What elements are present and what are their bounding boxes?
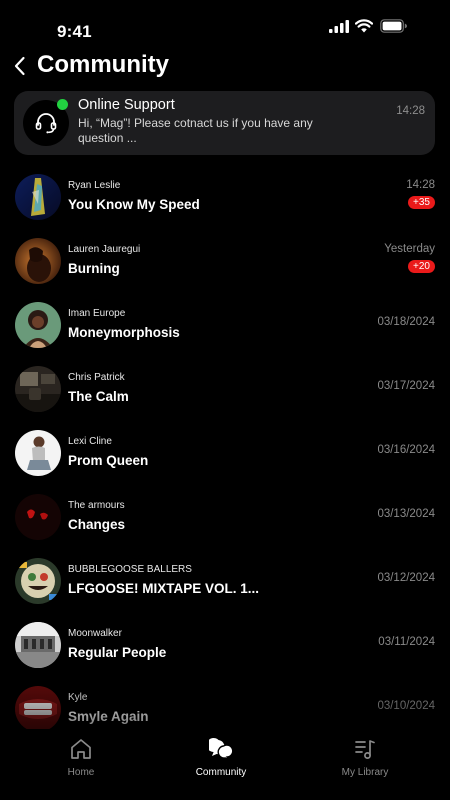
chat-item[interactable]: Lexi Cline Prom Queen 03/16/2024 bbox=[0, 425, 450, 485]
chat-artist: BUBBLEGOOSE BALLERS bbox=[68, 564, 192, 575]
tab-bar: Home Community My Library bbox=[0, 730, 450, 800]
support-time: 14:28 bbox=[396, 105, 425, 117]
chat-date: 03/10/2024 bbox=[377, 700, 435, 712]
album-cover-avatar bbox=[15, 174, 61, 220]
chat-title: Smyle Again bbox=[68, 709, 149, 724]
chat-title: Changes bbox=[68, 517, 126, 532]
chat-bubbles-icon bbox=[209, 738, 233, 760]
chat-item[interactable]: Moonwalker Regular People 03/11/2024 bbox=[0, 617, 450, 677]
status-time: 9:41 bbox=[57, 22, 92, 41]
online-support-card[interactable]: Online Support Hi, “Mag”! Please cotnact… bbox=[14, 91, 435, 155]
chat-date: 03/18/2024 bbox=[377, 316, 435, 328]
battery-icon bbox=[380, 19, 407, 33]
chat-list: Ryan Leslie You Know My Speed 14:28 +35 … bbox=[0, 169, 450, 729]
tab-community[interactable]: Community bbox=[166, 736, 276, 786]
album-cover-avatar bbox=[15, 302, 61, 348]
unread-badge: +35 bbox=[408, 196, 435, 209]
chat-artist: Moonwalker bbox=[68, 628, 122, 639]
chat-date: Yesterday bbox=[384, 243, 435, 255]
chat-date: 14:28 bbox=[406, 179, 435, 191]
chat-item[interactable]: Ryan Leslie You Know My Speed 14:28 +35 bbox=[0, 169, 450, 229]
chat-title: Regular People bbox=[68, 645, 167, 660]
album-cover-avatar bbox=[15, 366, 61, 412]
chat-date: 03/17/2024 bbox=[377, 380, 435, 392]
chat-date: 03/11/2024 bbox=[378, 636, 435, 648]
album-cover-avatar bbox=[15, 238, 61, 284]
signal-icon bbox=[329, 20, 349, 33]
chat-date: 03/12/2024 bbox=[377, 572, 435, 584]
chat-item[interactable]: BUBBLEGOOSE BALLERS LFGOOSE! MIXTAPE VOL… bbox=[0, 553, 450, 613]
album-cover-avatar bbox=[15, 622, 61, 668]
chat-artist: Lauren Jauregui bbox=[68, 244, 141, 255]
chat-artist: Ryan Leslie bbox=[68, 180, 121, 191]
tab-my-library[interactable]: My Library bbox=[310, 736, 420, 786]
support-message: Hi, “Mag”! Please cotnact us if you have… bbox=[78, 116, 313, 145]
tab-my-library-label: My Library bbox=[341, 767, 389, 778]
page-title: Community bbox=[37, 51, 169, 78]
chat-artist: The armours bbox=[68, 500, 125, 511]
chat-title: The Calm bbox=[68, 389, 129, 404]
headset-icon bbox=[35, 113, 57, 134]
album-cover-avatar bbox=[15, 430, 61, 476]
album-cover-avatar bbox=[15, 686, 61, 729]
back-button[interactable] bbox=[10, 54, 30, 78]
chat-title: Burning bbox=[68, 261, 120, 276]
album-cover-avatar bbox=[15, 558, 61, 604]
chat-artist: Iman Europe bbox=[68, 308, 126, 319]
tab-home[interactable]: Home bbox=[26, 736, 136, 786]
chat-item[interactable]: Kyle Smyle Again 03/10/2024 bbox=[0, 681, 450, 729]
chat-item[interactable]: The armours Changes 03/13/2024 bbox=[0, 489, 450, 549]
tab-home-label: Home bbox=[67, 767, 95, 778]
wifi-icon bbox=[355, 19, 373, 33]
chevron-left-icon bbox=[14, 56, 25, 76]
unread-badge: +20 bbox=[408, 260, 435, 273]
home-icon bbox=[71, 739, 91, 759]
chat-title: Moneymorphosis bbox=[68, 325, 180, 340]
online-status-dot bbox=[57, 99, 68, 110]
support-title: Online Support bbox=[78, 97, 175, 113]
chat-title: Prom Queen bbox=[68, 453, 149, 468]
chat-item[interactable]: Chris Patrick The Calm 03/17/2024 bbox=[0, 361, 450, 421]
chat-date: 03/13/2024 bbox=[377, 508, 435, 520]
chat-item[interactable]: Iman Europe Moneymorphosis 03/18/2024 bbox=[0, 297, 450, 357]
chat-artist: Chris Patrick bbox=[68, 372, 125, 383]
header: Community bbox=[0, 48, 450, 88]
chat-artist: Lexi Cline bbox=[68, 436, 112, 447]
music-library-icon bbox=[355, 740, 375, 759]
chat-title: LFGOOSE! MIXTAPE VOL. 1... bbox=[68, 581, 260, 596]
album-cover-avatar bbox=[15, 494, 61, 540]
chat-date: 03/16/2024 bbox=[377, 444, 435, 456]
tab-community-label: Community bbox=[195, 767, 247, 778]
chat-artist: Kyle bbox=[68, 692, 88, 703]
chat-item[interactable]: Lauren Jauregui Burning Yesterday +20 bbox=[0, 233, 450, 293]
chat-title: You Know My Speed bbox=[68, 197, 200, 212]
